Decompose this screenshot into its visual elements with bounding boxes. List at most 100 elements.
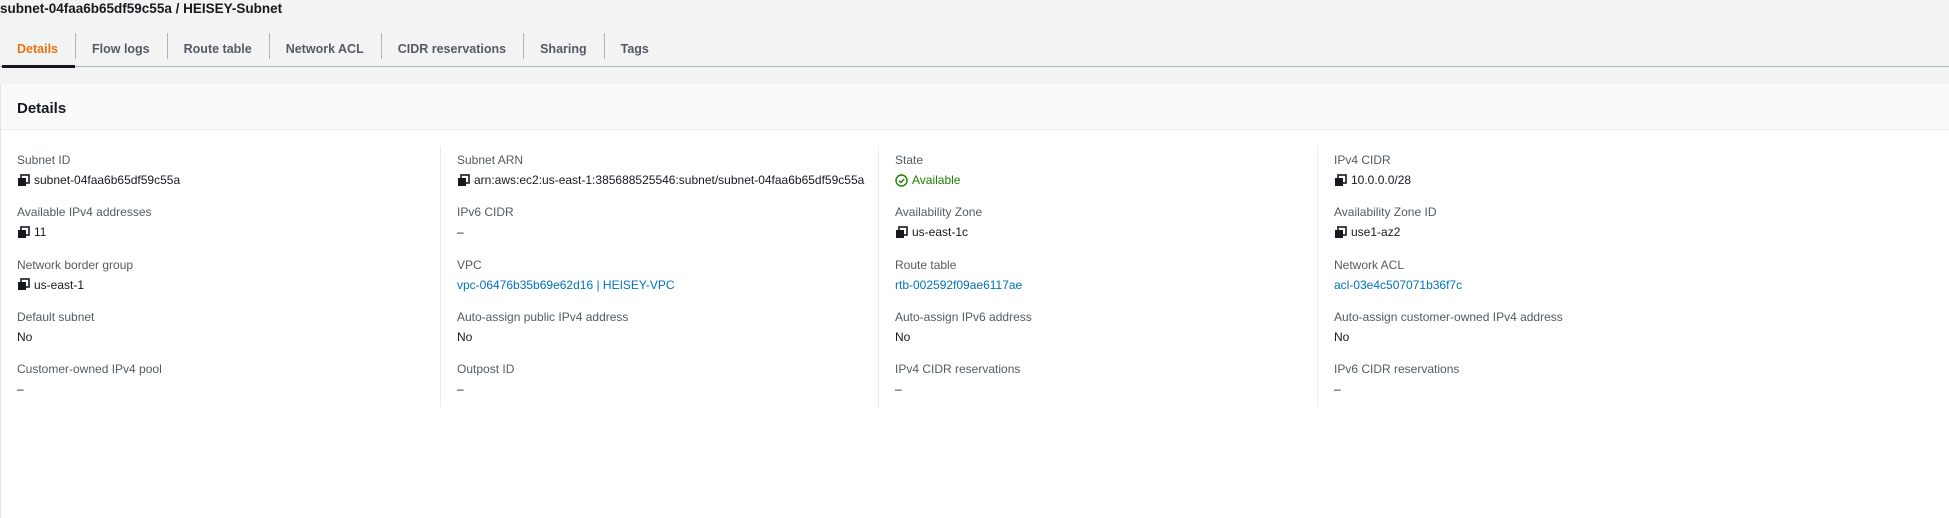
field-value: No <box>895 330 1317 344</box>
details-column: State Available Availability Zone us-east-1… <box>878 146 1317 408</box>
availability-zone-id-value: use1-az2 <box>1351 225 1401 240</box>
field-outpost-id: Outpost ID – <box>457 355 878 407</box>
field-value: vpc-06476b35b69e62d16 | HEISEY-VPC <box>457 278 878 292</box>
field-value: – <box>457 225 878 239</box>
field-value: – <box>1334 382 1949 396</box>
auto-assign-customer-owned-ipv4-address-value: No <box>1334 329 1350 344</box>
field-label: Network border group <box>17 257 134 272</box>
auto-assign-public-ipv4-address-value: No <box>457 329 473 344</box>
field-route-table: Route table rtb-002592f09ae6117ae <box>895 251 1317 303</box>
ipv6-cidr-reservations-value: – <box>1334 382 1341 397</box>
ipv4-cidr-reservations-value: – <box>895 382 902 397</box>
tab-details[interactable]: Details <box>0 31 75 68</box>
availability-zone-value: us-east-1c <box>912 225 969 240</box>
check-circle-icon <box>895 173 908 187</box>
panel-title: Details <box>1 84 1949 130</box>
copy-icon[interactable] <box>457 173 470 187</box>
field-label: Network ACL <box>1334 257 1405 272</box>
field-value: No <box>457 330 878 344</box>
copy-icon[interactable] <box>17 225 30 239</box>
field-value: us-east-1c <box>895 225 1317 239</box>
field-label: State <box>895 153 924 167</box>
field-availability-zone: Availability Zone us-east-1c <box>895 198 1317 250</box>
details-column: IPv4 CIDR 10.0.0.0/28 Availability Zone ID… <box>1317 146 1949 408</box>
field-value: us-east-1 <box>17 278 440 292</box>
tab-route-table[interactable]: Route table <box>166 31 269 66</box>
field-auto-assign-ipv6-address: Auto-assign IPv6 address No <box>895 303 1317 355</box>
field-subnet-arn: Subnet ARN arn:aws:ec2:us-east-1:38568852… <box>457 146 878 198</box>
field-label: Auto-assign customer-owned IPv4 address <box>1334 309 1563 324</box>
subnet-arn-value: arn:aws:ec2:us-east-1:385688525546:subne… <box>474 173 865 187</box>
field-label: Subnet ID <box>17 153 71 167</box>
field-value: use1-az2 <box>1334 225 1949 239</box>
field-state: State Available <box>895 146 1317 198</box>
field-network-border-group: Network border group us-east-1 <box>17 251 440 303</box>
tab-bar: Details Flow logs Route table Network ACL CI… <box>0 31 1949 68</box>
available-ipv4-addresses-value: 11 <box>34 225 47 240</box>
customer-owned-ipv4-pool-value: – <box>17 382 24 397</box>
subnet-id-value: subnet-04faa6b65df59c55a <box>34 173 181 187</box>
field-subnet-id: Subnet ID subnet-04faa6b65df59c55a <box>17 146 440 198</box>
field-value: Available <box>895 173 1317 187</box>
tab-sharing[interactable]: Sharing <box>523 31 604 66</box>
tab-tags[interactable]: Tags <box>603 31 666 66</box>
network-border-group-value: us-east-1 <box>34 277 85 292</box>
field-ipv6-cidr: IPv6 CIDR – <box>457 198 878 250</box>
outpost-id-value: – <box>457 382 464 397</box>
details-column: Subnet ARN arn:aws:ec2:us-east-1:38568852… <box>440 146 878 408</box>
details-panel: Details Subnet ID subnet-04faa6b65df59c55… <box>1 84 1949 518</box>
field-vpc: VPC vpc-06476b35b69e62d16 | HEISEY-VPC <box>457 251 878 303</box>
field-label: Availability Zone ID <box>1334 205 1437 220</box>
field-label: Route table <box>895 257 957 272</box>
details-column: Subnet ID subnet-04faa6b65df59c55a Availab… <box>1 146 440 407</box>
auto-assign-ipv6-address-value: No <box>895 329 911 344</box>
field-label: IPv4 CIDR <box>1334 153 1391 167</box>
state-value: Available <box>912 173 961 187</box>
default-subnet-value: No <box>17 329 33 344</box>
field-value: 10.0.0.0/28 <box>1334 173 1949 187</box>
field-available-ipv4-addresses: Available IPv4 addresses 11 <box>17 198 440 250</box>
field-value: subnet-04faa6b65df59c55a <box>17 173 440 187</box>
field-value: No <box>1334 330 1949 344</box>
field-label: IPv6 CIDR reservations <box>1334 362 1460 377</box>
copy-icon[interactable] <box>1334 173 1347 187</box>
copy-icon[interactable] <box>17 173 30 187</box>
field-label: VPC <box>457 257 482 272</box>
field-value: acl-03e4c507071b36f7c <box>1334 278 1949 292</box>
tab-network-acl[interactable]: Network ACL <box>268 31 381 66</box>
copy-icon[interactable] <box>17 278 30 291</box>
field-availability-zone-id: Availability Zone ID use1-az2 <box>1334 198 1949 250</box>
ipv6-cidr-value: – <box>457 225 464 240</box>
field-value: rtb-002592f09ae6117ae <box>895 278 1317 292</box>
field-auto-assign-customer-owned-ipv4-address: Auto-assign customer-owned IPv4 address N… <box>1334 303 1949 355</box>
field-value: – <box>17 382 440 396</box>
page-title: subnet-04faa6b65df59c55a / HEISEY-Subnet <box>0 1 283 16</box>
field-label: Customer-owned IPv4 pool <box>17 362 162 377</box>
field-label: Subnet ARN <box>457 153 524 167</box>
vpc-link[interactable]: vpc-06476b35b69e62d16 | HEISEY-VPC <box>457 278 675 292</box>
field-label: Outpost ID <box>457 362 515 377</box>
field-default-subnet: Default subnet No <box>17 303 440 355</box>
field-value: arn:aws:ec2:us-east-1:385688525546:subne… <box>457 173 878 187</box>
field-ipv6-cidr-reservations: IPv6 CIDR reservations – <box>1334 355 1949 407</box>
field-label: IPv6 CIDR <box>457 205 514 220</box>
copy-icon[interactable] <box>1334 225 1347 239</box>
field-label: Availability Zone <box>895 205 983 220</box>
field-label: Available IPv4 addresses <box>17 205 152 220</box>
field-auto-assign-public-ipv4-address: Auto-assign public IPv4 address No <box>457 303 878 355</box>
tab-flow-logs[interactable]: Flow logs <box>75 31 167 66</box>
details-grid: Subnet ID subnet-04faa6b65df59c55a Availab… <box>1 146 1949 408</box>
copy-icon[interactable] <box>895 225 908 239</box>
network-acl-link[interactable]: acl-03e4c507071b36f7c <box>1334 278 1462 292</box>
field-ipv4-cidr-reservations: IPv4 CIDR reservations – <box>895 355 1317 407</box>
tab-cidr-reservations[interactable]: CIDR reservations <box>380 31 523 66</box>
field-value: No <box>17 330 440 344</box>
field-value: 11 <box>17 225 440 239</box>
field-value: – <box>895 382 1317 396</box>
field-label: Auto-assign IPv6 address <box>895 309 1032 324</box>
field-ipv4-cidr: IPv4 CIDR 10.0.0.0/28 <box>1334 146 1949 198</box>
field-label: Auto-assign public IPv4 address <box>457 309 629 324</box>
ipv4-cidr-value: 10.0.0.0/28 <box>1351 173 1412 187</box>
route-table-link[interactable]: rtb-002592f09ae6117ae <box>895 278 1022 292</box>
field-customer-owned-ipv4-pool: Customer-owned IPv4 pool – <box>17 355 440 407</box>
